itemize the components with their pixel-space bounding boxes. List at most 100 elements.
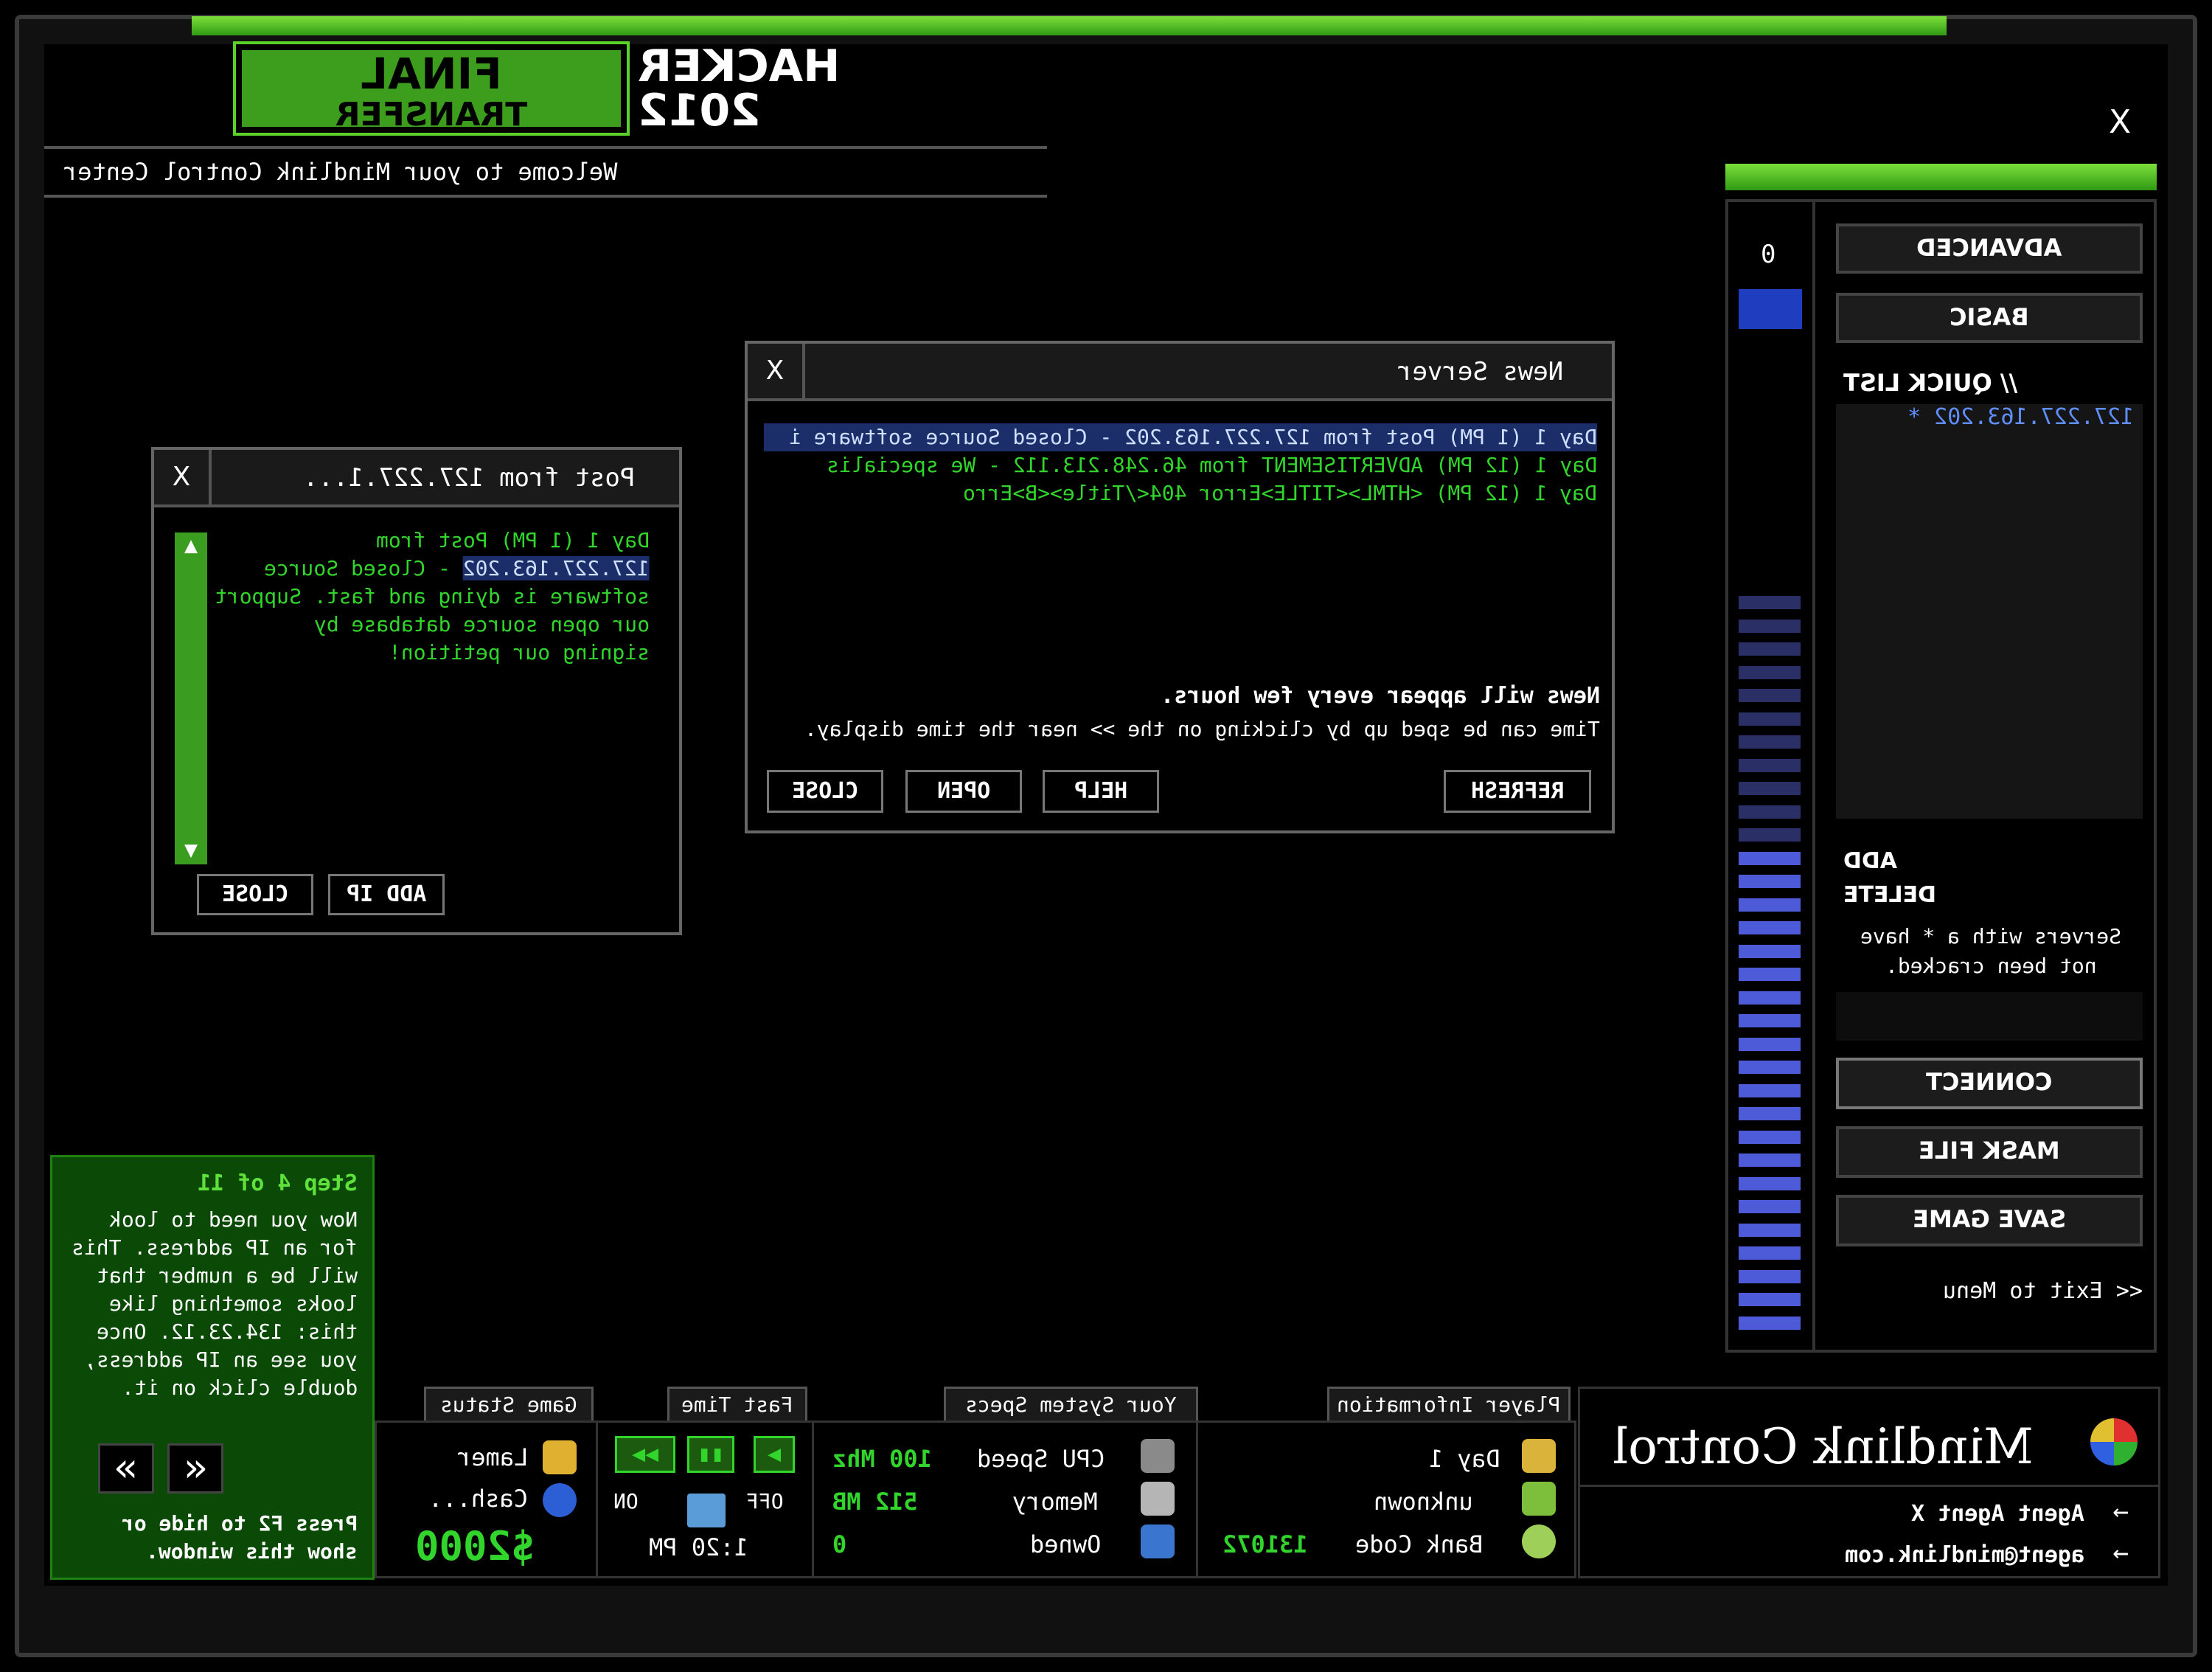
post-line: software is dying and fast. Support [214, 584, 650, 608]
disk-icon [1141, 1524, 1175, 1558]
main-close-button[interactable]: X [2109, 103, 2131, 141]
news-info-heading: News will appear every few hours. [1161, 683, 1600, 709]
news-list: Day 1 (1 PM) Post from 127.227.163.202 -… [764, 423, 1597, 507]
fast-on-label[interactable]: ON [613, 1489, 639, 1513]
tutorial-next-button[interactable]: » [167, 1443, 223, 1494]
tutorial-line: this: 134.23.12. Once [96, 1319, 358, 1344]
cash-icon [543, 1483, 577, 1517]
post-close-button[interactable]: X [154, 450, 212, 504]
meter-segment [1739, 642, 1801, 656]
btn-label: MASK FILE [1919, 1137, 2060, 1165]
game-logo-hacker: HACKER 2012 [638, 41, 877, 136]
meter-segment [1739, 758, 1801, 772]
meter-segment [1739, 1246, 1801, 1260]
save-game-button[interactable]: SAVE GAME [1836, 1195, 2143, 1246]
logo-hacker-line2: 2012 [638, 85, 761, 136]
player-name: unknown [1374, 1488, 1473, 1516]
post-line-ip[interactable]: 127.227.163.202 - Closed Source [264, 555, 650, 583]
post-line-rest: - Closed Source [264, 556, 464, 580]
post-line: Day 1 (1 PM) Post from [376, 528, 650, 552]
news-refresh-button[interactable]: REFRESH [1444, 770, 1591, 813]
tab-fast-time[interactable]: Fast Time [667, 1387, 807, 1420]
news-close-button[interactable]: X [748, 344, 805, 398]
scroll-down-icon[interactable]: ▼ [175, 837, 207, 863]
logo-line2: TRANSFER [335, 96, 528, 133]
fast-forward-button[interactable]: ▶▶ [615, 1436, 675, 1473]
news-item[interactable]: Day 1 (12 PM) ADVERTISEMENT from 46.248.… [764, 451, 1597, 479]
welcome-text: Welcome to your Mindlink Control Center [63, 158, 618, 186]
logo-line1: FINAL [361, 49, 502, 99]
exit-to-menu-link[interactable]: << Exit to Menu [1917, 1278, 2143, 1304]
bank-icon [1522, 1524, 1556, 1558]
quick-list-item[interactable]: 127.227.163.202 * [1836, 404, 2143, 430]
post-window-header: X Post from 127.227.1... [154, 450, 679, 507]
news-item[interactable]: Day 1 (1 PM) Post from 127.227.163.202 -… [764, 423, 1597, 451]
meter-segment [1739, 1014, 1801, 1027]
meter-segment [1739, 619, 1801, 633]
game-clock: 1:20 PM [649, 1533, 748, 1561]
meter-segment [1739, 1200, 1801, 1213]
meter-segment [1739, 596, 1801, 609]
meter-segment [1739, 851, 1801, 865]
agent-text: Agent Agent X [1911, 1501, 2084, 1527]
btn-label: REFRESH [1470, 778, 1565, 804]
tab-game-status[interactable]: Game Status [424, 1387, 594, 1420]
meter-segment [1739, 1107, 1801, 1120]
add-ip-button[interactable]: ADD IP [328, 874, 445, 915]
player-day: Day 1 [1429, 1445, 1500, 1473]
meter-segment [1739, 991, 1801, 1005]
player-info-section: Day 1 unknown 131072 Bank Code [1200, 1423, 1574, 1576]
post-ip-link[interactable]: 127.227.163.202 [463, 556, 650, 580]
advanced-button[interactable]: ADVANCED [1836, 223, 2143, 274]
meter-segment [1739, 968, 1801, 981]
scroll-up-icon[interactable]: ▲ [175, 533, 207, 558]
basic-button[interactable]: BASIC [1836, 293, 2143, 343]
delete-server-link[interactable]: DELETE [1843, 882, 1936, 908]
meter-segment [1739, 1223, 1801, 1237]
note-text: Servers with a * have [1860, 924, 2121, 948]
rank-text: Lamer [457, 1443, 528, 1471]
chevron-left-icon: « [114, 1444, 139, 1491]
link-text: ADD [1843, 848, 1898, 874]
post-close-btn[interactable]: CLOSE [197, 874, 313, 915]
news-item[interactable]: Day 1 (12 PM) <HTML><TITLE>Error 404</Ti… [764, 479, 1597, 507]
link-text: DELETE [1843, 882, 1936, 908]
pause-button[interactable]: ▮▮ [687, 1436, 734, 1473]
tutorial-text: Now you need to look for an IP address. … [72, 1206, 358, 1402]
post-scrollbar[interactable]: ▲ ▼ [175, 533, 207, 864]
cpu-icon [1141, 1439, 1175, 1473]
meter-segment [1739, 944, 1801, 958]
btn-label: BASIC [1950, 303, 2029, 331]
tutorial-line: looks something like [108, 1291, 358, 1316]
mask-file-button[interactable]: MASK FILE [1836, 1126, 2143, 1178]
news-item-text: Day 1 (12 PM) <HTML><TITLE>Error 404</Ti… [963, 481, 1597, 505]
stat-text: 1:20 PM [649, 1533, 748, 1561]
news-help-button[interactable]: HELP [1043, 770, 1159, 813]
cpu-value: 100 Mhz [832, 1445, 932, 1473]
tab-player-info[interactable]: Player Information [1327, 1387, 1571, 1420]
tab-label: Game Status [440, 1392, 577, 1417]
news-open-button[interactable]: OPEN [905, 770, 1022, 813]
tab-label: Fast Time [681, 1392, 793, 1417]
label-text: // QUICK LIST [1843, 369, 2018, 397]
logo-hacker-line1: HACKER [638, 41, 841, 92]
post-line: our open source database by [313, 612, 650, 636]
stat-text: 131072 [1222, 1530, 1308, 1558]
stat-text: $2000 [415, 1523, 535, 1569]
meter-segment [1739, 782, 1801, 795]
fast-off-label[interactable]: OFF [746, 1489, 784, 1513]
news-close-btn[interactable]: CLOSE [767, 770, 883, 813]
play-button[interactable]: ▶ [754, 1436, 795, 1473]
agent-email[interactable]: agent@mindlink.com [1845, 1542, 2084, 1568]
meter-segment [1739, 1316, 1801, 1330]
tab-label: Player Information [1337, 1392, 1561, 1417]
news-info-text: Time can be sped up by clicking on the >… [804, 717, 1600, 741]
connect-button[interactable]: CONNECT [1836, 1058, 2143, 1109]
tab-system-specs[interactable]: Your System Specs [944, 1387, 1198, 1420]
sidebar-spacer [1836, 992, 2143, 1041]
meter-segment [1739, 898, 1801, 912]
tutorial-prev-button[interactable]: « [98, 1443, 154, 1494]
add-server-link[interactable]: ADD [1843, 848, 1897, 874]
close-icon: X [765, 355, 785, 386]
stat-text: Owned [1030, 1530, 1102, 1558]
